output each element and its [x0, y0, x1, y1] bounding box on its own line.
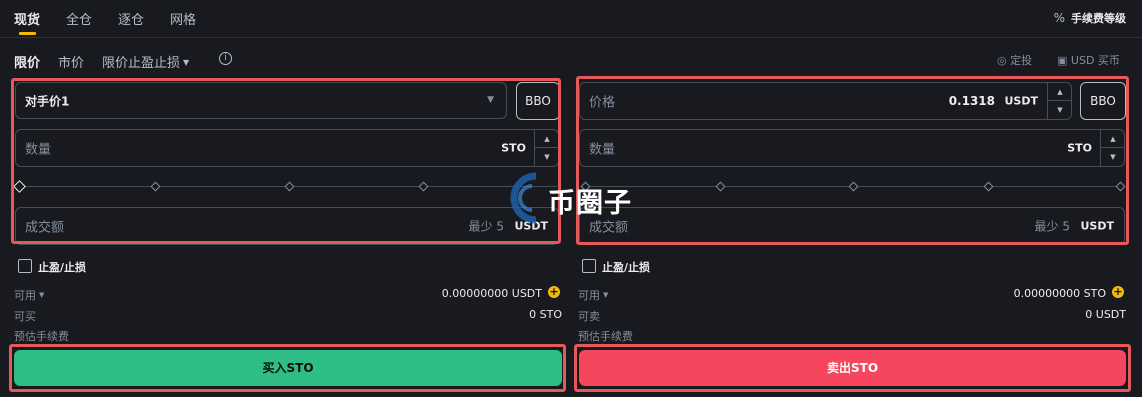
- order-type-market[interactable]: 市价: [58, 52, 84, 71]
- sell-available-label[interactable]: 可用 ▼: [578, 287, 608, 303]
- buy-with-usd-label: USD 买币: [1070, 54, 1120, 67]
- order-type-stop-limit-label: 限价止盈止损: [102, 56, 181, 71]
- buy-available-label-text: 可用: [14, 289, 36, 302]
- caret-down-icon: ▼: [603, 291, 609, 299]
- sell-available-label-text: 可用: [578, 289, 600, 302]
- dca-icon: ◎: [997, 54, 1007, 67]
- fee-level-link[interactable]: % 手续费等级: [1054, 10, 1126, 26]
- buy-max-label: 可买: [14, 310, 36, 323]
- sell-max-value: 0 USDT: [1085, 308, 1126, 321]
- sell-max-label: 可卖: [578, 310, 600, 323]
- buy-tpsl-label: 止盈/止损: [38, 261, 87, 274]
- order-type-limit[interactable]: 限价: [14, 52, 40, 71]
- caret-down-icon: ▼: [183, 58, 190, 67]
- watermark-text: 币圈子: [548, 188, 632, 219]
- deposit-plus-icon[interactable]: +: [1112, 286, 1124, 298]
- info-icon[interactable]: i: [219, 52, 232, 65]
- sell-fee-label: 预估手续费: [578, 330, 633, 343]
- buy-tpsl-checkbox[interactable]: [18, 259, 32, 273]
- order-type-stop-limit[interactable]: 限价止盈止损 ▼: [102, 52, 189, 71]
- buy-fee-label: 预估手续费: [14, 330, 69, 343]
- buy-available-label[interactable]: 可用 ▼: [14, 287, 44, 303]
- tab-cross-margin[interactable]: 全仓: [66, 9, 92, 28]
- buy-available-value: 0.00000000 USDT: [441, 287, 542, 300]
- sell-form-highlight: [576, 76, 1129, 245]
- buy-form-highlight: [11, 78, 561, 244]
- fee-level-label: 手续费等级: [1071, 12, 1126, 25]
- sell-available-value: 0.00000000 STO: [1013, 287, 1106, 300]
- deposit-plus-icon[interactable]: +: [548, 286, 560, 298]
- sell-tpsl-checkbox[interactable]: [582, 259, 596, 273]
- active-tab-indicator: [19, 32, 36, 35]
- sell-tpsl-label: 止盈/止损: [602, 261, 651, 274]
- caret-down-icon: ▼: [39, 291, 45, 299]
- sell-button[interactable]: 卖出STO: [579, 350, 1126, 386]
- dca-link[interactable]: ◎ 定投: [997, 52, 1032, 68]
- wallet-icon: ▣: [1057, 54, 1068, 67]
- tab-isolated-margin[interactable]: 逐仓: [118, 9, 144, 28]
- buy-button[interactable]: 买入STO: [14, 350, 562, 386]
- percent-icon: %: [1053, 11, 1065, 25]
- watermark-logo-icon: [510, 172, 537, 224]
- tab-spot[interactable]: 现货: [14, 9, 40, 28]
- divider: [0, 37, 1142, 38]
- tab-grid[interactable]: 网格: [170, 9, 196, 28]
- buy-with-usd-link[interactable]: ▣ USD 买币: [1057, 52, 1120, 68]
- dca-label: 定投: [1010, 54, 1033, 67]
- buy-max-value: 0 STO: [529, 308, 562, 321]
